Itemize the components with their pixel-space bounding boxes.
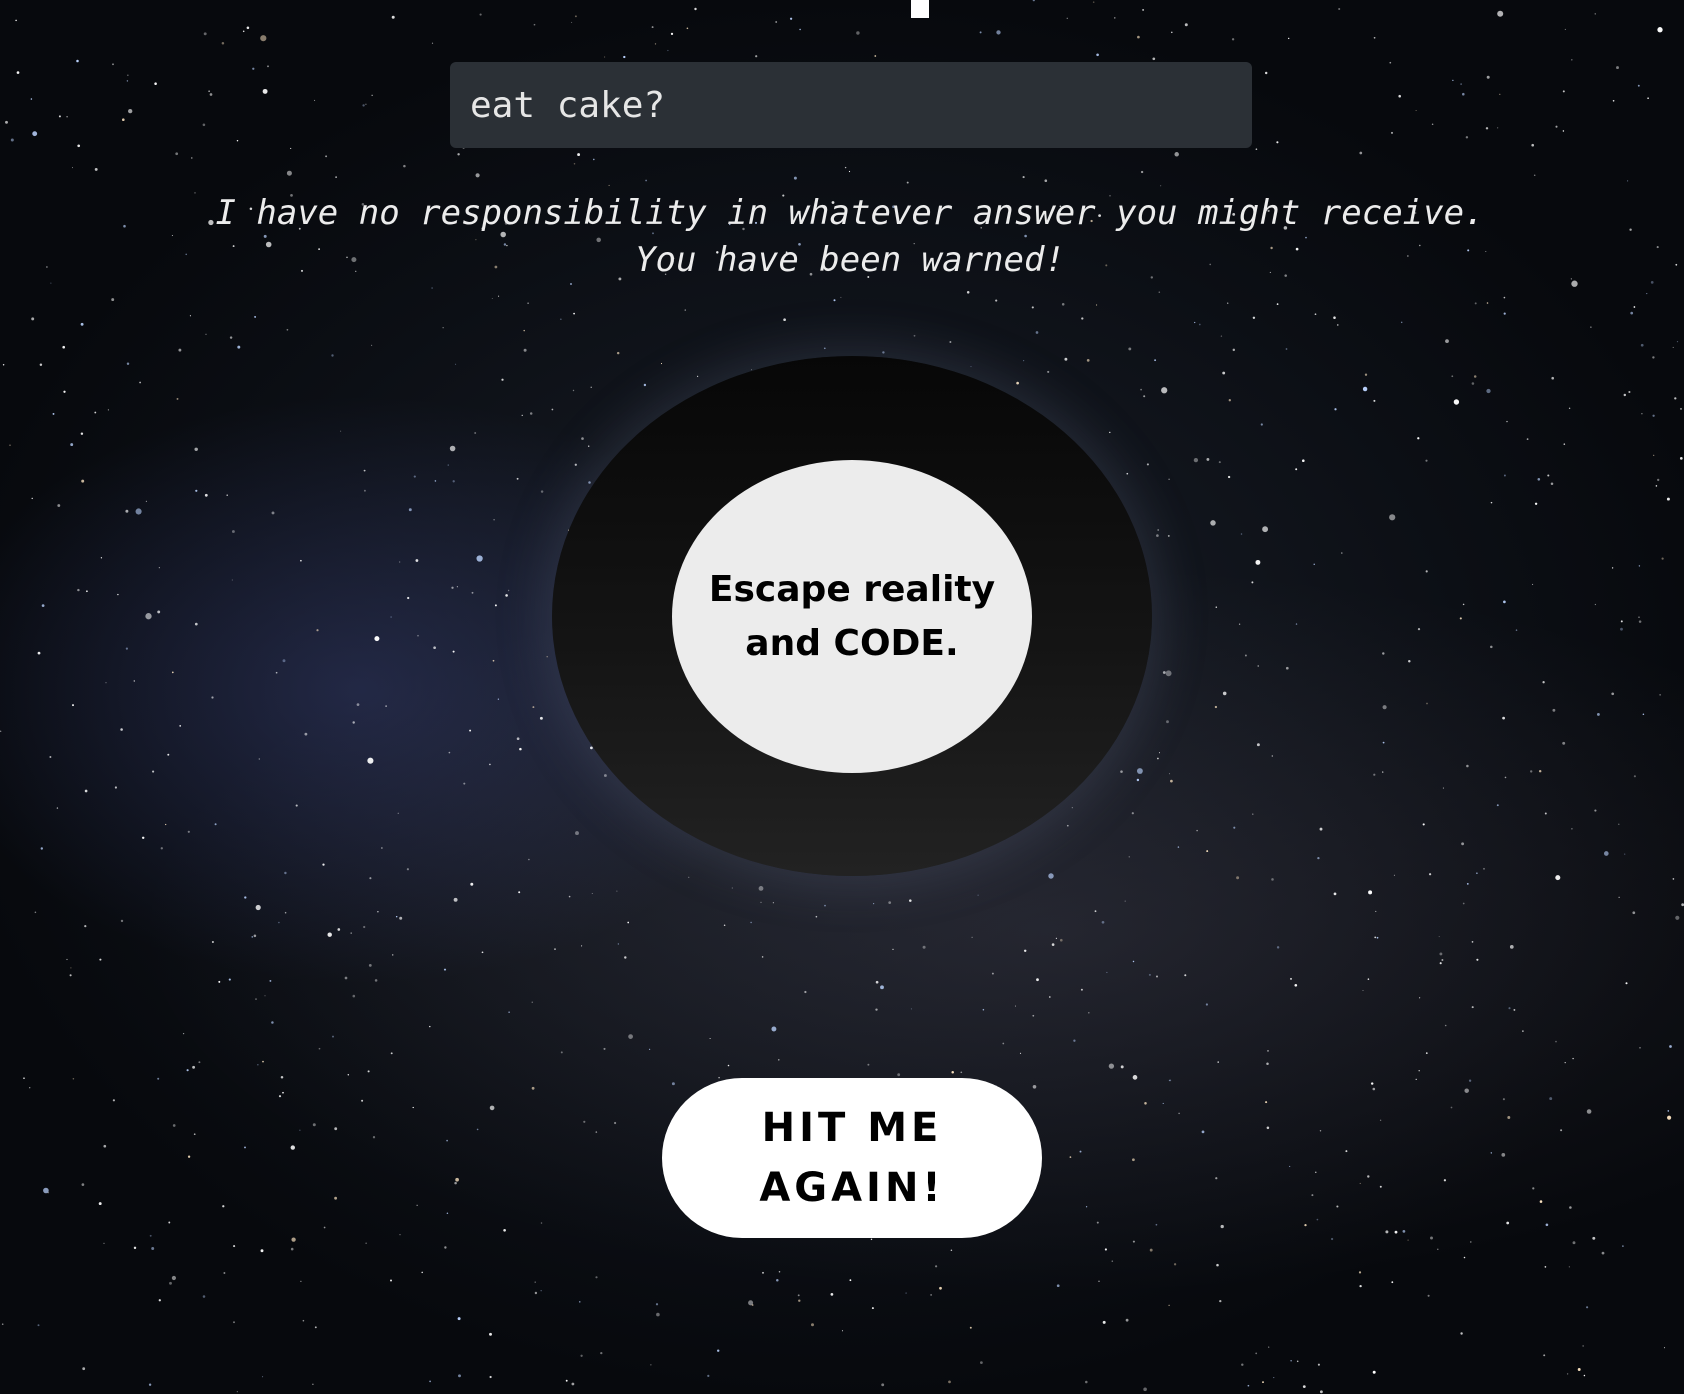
answer-window: Escape reality and CODE. [672, 460, 1032, 773]
hit-me-again-button[interactable]: HIT ME AGAIN! [662, 1078, 1042, 1238]
disclaimer-line-1: I have no responsibility in whatever ans… [215, 193, 1485, 233]
disclaimer-line-2: You have been warned! [635, 240, 1065, 280]
disclaimer-text: I have no responsibility in whatever ans… [150, 190, 1550, 284]
cursor-mark [911, 0, 929, 18]
question-input[interactable] [450, 62, 1252, 148]
answer-text: Escape reality and CODE. [708, 568, 996, 664]
